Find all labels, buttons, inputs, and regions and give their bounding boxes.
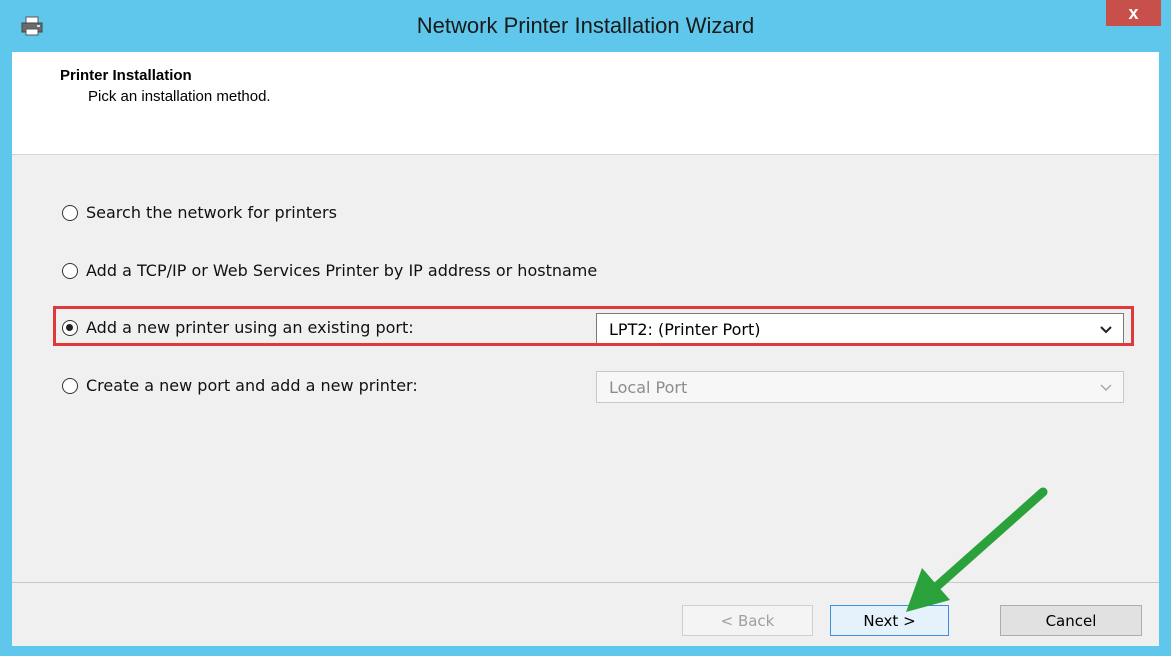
wizard-client-area: Printer Installation Pick an installatio… [12, 52, 1159, 646]
back-button: < Back [682, 605, 813, 636]
option-label: Create a new port and add a new printer: [86, 376, 418, 395]
title-bar: Network Printer Installation Wizard x [0, 0, 1171, 52]
wizard-header: Printer Installation Pick an installatio… [12, 52, 1159, 155]
wizard-window: Network Printer Installation Wizard x Pr… [0, 0, 1171, 656]
window-title: Network Printer Installation Wizard [416, 13, 755, 38]
new-port-select: Local Port [596, 371, 1124, 403]
radio-new-port[interactable] [62, 377, 78, 394]
new-port-value: Local Port [609, 377, 688, 397]
close-icon: x [1128, 2, 1139, 23]
next-button[interactable]: Next > [830, 605, 949, 636]
chevron-down-icon [1100, 384, 1112, 392]
option-label: Search the network for printers [86, 203, 337, 222]
option-tcpip[interactable]: Add a TCP/IP or Web Services Printer by … [62, 261, 597, 280]
option-search-network[interactable]: Search the network for printers [62, 203, 337, 222]
cancel-button[interactable]: Cancel [1000, 605, 1142, 636]
option-label: Add a TCP/IP or Web Services Printer by … [86, 261, 598, 280]
page-title: Printer Installation [60, 67, 192, 84]
close-button[interactable]: x [1106, 0, 1161, 26]
footer-divider [12, 582, 1159, 583]
page-subtitle: Pick an installation method. [88, 88, 271, 105]
highlight-box [53, 306, 1134, 346]
radio-tcpip[interactable] [62, 262, 78, 279]
option-new-port[interactable]: Create a new port and add a new printer: [62, 376, 418, 395]
radio-search-network[interactable] [62, 204, 78, 221]
